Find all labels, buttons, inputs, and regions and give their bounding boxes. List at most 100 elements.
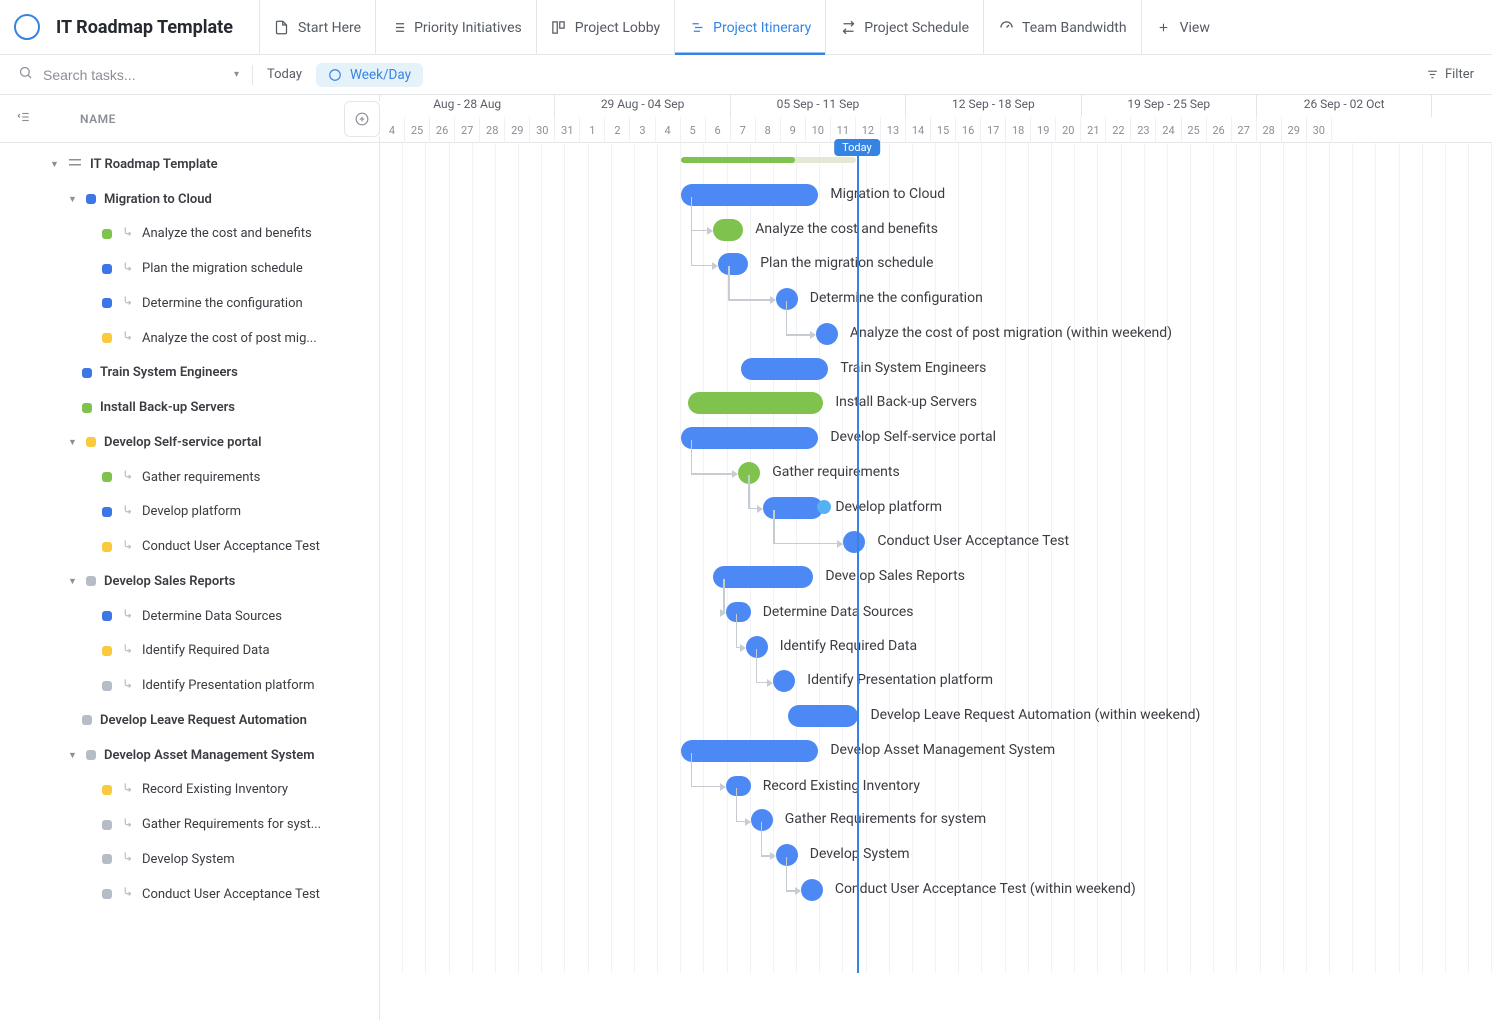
gantt-bar[interactable]: Identify Presentation platform bbox=[773, 670, 795, 692]
timeline-day: 27 bbox=[1232, 117, 1257, 143]
gauge-icon bbox=[998, 20, 1014, 36]
expand-caret-icon[interactable]: ▼ bbox=[68, 576, 78, 587]
task-row[interactable]: Plan the migration schedule bbox=[0, 251, 379, 286]
status-color-square bbox=[102, 298, 112, 308]
expand-caret-icon[interactable]: ▼ bbox=[50, 159, 60, 170]
gantt-bar[interactable]: Develop Self-service portal bbox=[681, 427, 819, 449]
task-row[interactable]: Develop System bbox=[0, 842, 379, 877]
timeline-day: 6 bbox=[706, 117, 731, 143]
task-label: Determine the configuration bbox=[142, 296, 303, 311]
gantt-bar-label: Identify Presentation platform bbox=[807, 672, 993, 688]
gantt-bar-label: Gather requirements bbox=[772, 464, 899, 480]
task-label: Train System Engineers bbox=[100, 365, 238, 380]
tab-label: Priority Initiatives bbox=[414, 20, 522, 36]
gantt-bar[interactable]: Plan the migration schedule bbox=[718, 253, 748, 275]
gantt-bar[interactable]: Train System Engineers bbox=[741, 358, 829, 380]
task-row[interactable]: Determine Data Sources bbox=[0, 599, 379, 634]
filter-button[interactable]: Filter bbox=[1426, 67, 1474, 82]
task-label: Gather requirements bbox=[142, 470, 260, 485]
task-label: Develop Self-service portal bbox=[104, 435, 262, 450]
gantt-bar[interactable]: Analyze the cost and benefits bbox=[713, 219, 743, 241]
gantt-bar-label: Conduct User Acceptance Test bbox=[877, 533, 1069, 549]
gantt-bar[interactable]: Determine Data Sources bbox=[726, 602, 751, 622]
expand-caret-icon[interactable]: ▼ bbox=[68, 750, 78, 761]
timeline-day: 22 bbox=[1106, 117, 1131, 143]
tab-label: Team Bandwidth bbox=[1022, 20, 1127, 36]
add-column-button[interactable] bbox=[344, 101, 380, 137]
task-row[interactable]: Conduct User Acceptance Test bbox=[0, 877, 379, 912]
today-button[interactable]: Today bbox=[267, 67, 302, 82]
tab-project-schedule[interactable]: Project Schedule bbox=[825, 0, 983, 55]
route-icon bbox=[840, 20, 856, 36]
task-row[interactable]: Install Back-up Servers bbox=[0, 390, 379, 425]
gantt-bar-label: Develop platform bbox=[835, 499, 942, 515]
gantt-bar[interactable]: Develop Sales Reports bbox=[713, 566, 813, 588]
task-row[interactable]: Identify Required Data bbox=[0, 634, 379, 669]
gantt-bar[interactable]: Develop Asset Management System bbox=[681, 740, 819, 762]
expand-caret-icon[interactable]: ▼ bbox=[68, 194, 78, 205]
gantt-bar[interactable]: Analyze the cost of post migration (with… bbox=[816, 323, 838, 345]
gantt-bar[interactable]: Install Back-up Servers bbox=[688, 392, 823, 414]
task-label: Conduct User Acceptance Test bbox=[142, 539, 320, 554]
search-input[interactable] bbox=[41, 66, 226, 84]
expand-caret-icon[interactable]: ▼ bbox=[68, 437, 78, 448]
collapse-all-icon[interactable] bbox=[16, 110, 32, 128]
timeline-day: 23 bbox=[1131, 117, 1156, 143]
timeline-day: 17 bbox=[981, 117, 1006, 143]
task-row[interactable]: Analyze the cost of post mig... bbox=[0, 321, 379, 356]
list-icon bbox=[68, 157, 82, 171]
gantt-bar[interactable]: Develop Leave Request Automation (within… bbox=[788, 705, 858, 727]
gantt-bar-label: Analyze the cost and benefits bbox=[755, 221, 938, 237]
timeline-day: 18 bbox=[1006, 117, 1031, 143]
task-row[interactable]: Analyze the cost and benefits bbox=[0, 217, 379, 252]
timeline-day: 20 bbox=[1056, 117, 1081, 143]
gantt-bar[interactable]: Record Existing Inventory bbox=[726, 776, 751, 796]
tab-team-bandwidth[interactable]: Team Bandwidth bbox=[983, 0, 1141, 55]
timeline-day: 9 bbox=[781, 117, 806, 143]
task-label: Install Back-up Servers bbox=[100, 400, 235, 415]
status-color-square bbox=[102, 472, 112, 482]
task-row[interactable]: Train System Engineers bbox=[0, 356, 379, 391]
task-row[interactable]: Develop platform bbox=[0, 495, 379, 530]
timeline-day: 21 bbox=[1081, 117, 1106, 143]
search-icon bbox=[18, 65, 33, 84]
status-color-square bbox=[102, 264, 112, 274]
list-icon bbox=[390, 20, 406, 36]
gantt-bar[interactable]: Migration to Cloud bbox=[681, 184, 819, 206]
task-list-pane: NAME ▼IT Roadmap Template▼Migration to C… bbox=[0, 95, 380, 1020]
task-label: Determine Data Sources bbox=[142, 609, 282, 624]
task-row[interactable]: Gather Requirements for syst... bbox=[0, 807, 379, 842]
timeline-header: Aug - 28 Aug29 Aug - 04 Sep05 Sep - 11 S… bbox=[380, 95, 1492, 143]
timeline-day: 2 bbox=[605, 117, 630, 143]
task-label: Develop Asset Management System bbox=[104, 748, 315, 763]
task-row[interactable]: ▼Migration to Cloud bbox=[0, 182, 379, 217]
gantt-bar[interactable]: Conduct User Acceptance Test (within wee… bbox=[801, 879, 823, 901]
tab-project-lobby[interactable]: Project Lobby bbox=[536, 0, 674, 55]
task-row[interactable]: ▼ Develop Asset Management System bbox=[0, 738, 379, 773]
chevron-down-icon[interactable]: ▾ bbox=[234, 69, 239, 80]
weekday-toggle[interactable]: Week/Day bbox=[316, 63, 423, 87]
task-row[interactable]: ▼Develop Sales Reports bbox=[0, 564, 379, 599]
tab-start-here[interactable]: Start Here bbox=[259, 0, 375, 55]
subtask-icon bbox=[120, 503, 134, 521]
timeline-day: 25 bbox=[405, 117, 430, 143]
page-title: IT Roadmap Template bbox=[56, 17, 233, 38]
task-row[interactable]: ▼ Develop Self-service portal bbox=[0, 425, 379, 460]
gantt-bar[interactable]: Conduct User Acceptance Test bbox=[843, 531, 865, 553]
tab-project-itinerary[interactable]: Project Itinerary bbox=[674, 0, 825, 55]
subtask-icon bbox=[120, 225, 134, 243]
task-row[interactable]: ▼IT Roadmap Template bbox=[0, 147, 379, 182]
task-row[interactable]: Develop Leave Request Automation bbox=[0, 703, 379, 738]
task-row[interactable]: Conduct User Acceptance Test bbox=[0, 529, 379, 564]
status-color-square bbox=[86, 437, 96, 447]
task-label: Conduct User Acceptance Test bbox=[142, 887, 320, 902]
task-row[interactable]: Gather requirements bbox=[0, 460, 379, 495]
tab-priority-initiatives[interactable]: Priority Initiatives bbox=[375, 0, 536, 55]
tab-view[interactable]: View bbox=[1141, 0, 1224, 55]
status-color-square bbox=[102, 507, 112, 517]
status-color-square bbox=[102, 646, 112, 656]
task-row[interactable]: Record Existing Inventory bbox=[0, 773, 379, 808]
task-row[interactable]: Identify Presentation platform bbox=[0, 668, 379, 703]
task-row[interactable]: Determine the configuration bbox=[0, 286, 379, 321]
timeline-week: 12 Sep - 18 Sep bbox=[906, 95, 1081, 117]
